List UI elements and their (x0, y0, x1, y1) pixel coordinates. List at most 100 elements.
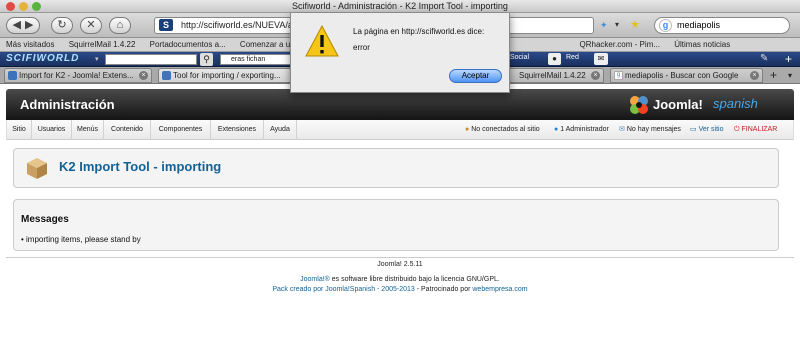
menu-item-sitio[interactable]: Sitio (7, 120, 32, 140)
bookmark-item[interactable]: QRhacker.com - Pim... (580, 40, 660, 49)
accept-button[interactable]: Aceptar (449, 69, 502, 83)
google-icon[interactable]: g (659, 19, 672, 32)
view-site-label: Ver sitio (698, 126, 724, 133)
zoom-window-button[interactable] (32, 2, 41, 11)
alert-dialog: La página en http://scifiworld.es dice: … (290, 13, 510, 93)
footer-credits: Pack creado por Joomla!Spanish - 2005-20… (0, 286, 800, 293)
logout-label: FINALIZAR (741, 126, 778, 133)
message-text: importing items, please stand by (26, 235, 141, 244)
back-icon[interactable]: ◀ (13, 19, 21, 31)
close-window-button[interactable] (6, 2, 15, 11)
footer-license: Joomla!® es software libre distribuido b… (0, 276, 800, 283)
forward-icon[interactable]: ▶ (25, 19, 33, 31)
bookmark-item[interactable]: Últimas noticias (674, 40, 730, 49)
status-admins-label: 1 Administrador (560, 126, 609, 133)
menu-item-usuarios[interactable]: Usuarios (32, 120, 72, 140)
toolbar-news-text: eras fichan (231, 56, 266, 63)
license-text: es software libre distribuido bajo la li… (329, 276, 500, 283)
dropdown-icon[interactable]: ▾ (95, 55, 99, 63)
wrench-icon[interactable]: ✎ (760, 53, 768, 64)
title-bar: Scifiworld - Administración - K2 Import … (0, 0, 800, 13)
tab-label: Tool for importing / exporting... (173, 71, 281, 80)
menu-item-componentes[interactable]: Componentes (151, 120, 211, 140)
window-title: Scifiworld - Administración - K2 Import … (292, 1, 508, 11)
home-icon: ⌂ (116, 19, 124, 31)
social-button[interactable]: Social (510, 54, 529, 61)
footer-divider (6, 257, 794, 258)
url-text[interactable]: http://scifiworld.es/NUEVA/adr (181, 20, 301, 30)
webempresa-link[interactable]: webempresa.com (472, 286, 527, 293)
joomlaspanish-link[interactable]: Pack creado por Joomla!Spanish - 2005-20… (272, 286, 414, 293)
tab-label: SquirrelMail 1.4.22 (519, 71, 586, 80)
add-icon[interactable]: + (785, 52, 792, 66)
close-tab-icon[interactable]: × (591, 71, 600, 80)
reload-button[interactable]: ↻ (51, 17, 73, 34)
joomla-favicon-icon (162, 71, 171, 80)
box-icon (27, 158, 47, 179)
status-connected[interactable]: ● No conectados al sitio (465, 120, 540, 140)
menu-item-extensiones[interactable]: Extensiones (211, 120, 264, 140)
record-icon[interactable]: ● (548, 53, 561, 65)
site-favicon: S (159, 19, 173, 31)
menu-item-contenido[interactable]: Contenido (104, 120, 151, 140)
minimize-window-button[interactable] (19, 2, 28, 11)
twitter-icon[interactable]: ✦ (600, 20, 608, 31)
bookmark-star-icon[interactable]: ★ (630, 18, 640, 31)
page-footer: Joomla! 2.5.11 Joomla!® es software libr… (0, 261, 800, 293)
search-input[interactable]: g mediapolis (654, 17, 790, 34)
bookmark-item[interactable]: Portadocumentos a... (150, 40, 226, 49)
component-header: K2 Import Tool - importing (13, 148, 779, 188)
tab-label: Import for K2 - Joomla! Extens... (19, 71, 134, 80)
status-admins[interactable]: ● 1 Administrador (554, 120, 609, 140)
monitor-icon: ▭ (690, 126, 697, 133)
dialog-error: error (353, 43, 370, 52)
tab-tool-importing[interactable]: Tool for importing / exporting... (158, 68, 292, 83)
close-tab-icon[interactable]: × (750, 71, 759, 80)
back-forward-button[interactable]: ◀ ▶ (6, 17, 40, 34)
reload-icon: ↻ (57, 19, 67, 31)
close-tab-icon[interactable]: × (139, 71, 148, 80)
stop-button[interactable]: ✕ (80, 17, 102, 34)
tab-import-k2[interactable]: Import for K2 - Joomla! Extens... × (4, 68, 152, 83)
status-messages[interactable]: ✉ No hay mensajes (619, 120, 681, 140)
menu-item-ayuda[interactable]: Ayuda (264, 120, 297, 140)
admin-header: Administración Joomla! spanish (6, 89, 794, 120)
joomla-logo-icon (630, 96, 648, 114)
joomla-link[interactable]: Joomla!® (300, 276, 330, 283)
new-tab-button[interactable]: + (770, 68, 777, 82)
tab-list-icon[interactable]: ▾ (788, 71, 792, 80)
user-icon: ● (554, 126, 559, 133)
home-button[interactable]: ⌂ (109, 17, 131, 34)
logout-link[interactable]: ⏻ FINALIZAR (734, 120, 777, 140)
admin-title: Administración (20, 97, 115, 112)
tab-google-search[interactable]: g mediapolis - Buscar con Google × (610, 68, 763, 83)
toolbar-news-field[interactable]: eras fichan (220, 54, 292, 65)
close-icon: ✕ (86, 19, 96, 31)
google-icon: g (614, 71, 623, 80)
mail-icon[interactable]: ✉ (594, 53, 608, 65)
browser-window: Scifiworld - Administración - K2 Import … (0, 0, 800, 348)
messages-heading: Messages (21, 214, 69, 225)
scifiworld-logo[interactable]: SCIFIWORLD (6, 53, 79, 64)
view-site-link[interactable]: ▭ Ver sitio (690, 120, 723, 140)
mail-icon: ✉ (619, 126, 625, 133)
messages-panel: Messages • importing items, please stand… (13, 199, 779, 251)
users-icon: ● (465, 126, 470, 133)
search-icon[interactable]: ⚲ (200, 53, 213, 66)
dialog-message: La página en http://scifiworld.es dice: (353, 27, 485, 36)
tab-label: mediapolis - Buscar con Google (625, 71, 739, 80)
toolbar-search-input[interactable] (105, 54, 197, 65)
red-button[interactable]: Red (566, 54, 579, 61)
sponsor-text: - Patrocinado por (414, 286, 473, 293)
warning-icon (305, 25, 339, 57)
bookmark-item[interactable]: Más visitados (6, 40, 54, 49)
admin-menu: Sitio Usuarios Menús Contenido Component… (6, 120, 794, 140)
status-messages-label: No hay mensajes (626, 126, 681, 133)
tab-squirrelmail[interactable]: SquirrelMail 1.4.22 × (504, 68, 604, 83)
search-text[interactable]: mediapolis (677, 20, 720, 30)
dropdown-icon[interactable]: ▾ (615, 20, 619, 29)
bookmark-item[interactable]: SquirrelMail 1.4.22 (69, 40, 136, 49)
menu-item-menus[interactable]: Menús (72, 120, 104, 140)
footer-version: Joomla! 2.5.11 (377, 261, 423, 268)
joomla-favicon-icon (8, 71, 17, 80)
